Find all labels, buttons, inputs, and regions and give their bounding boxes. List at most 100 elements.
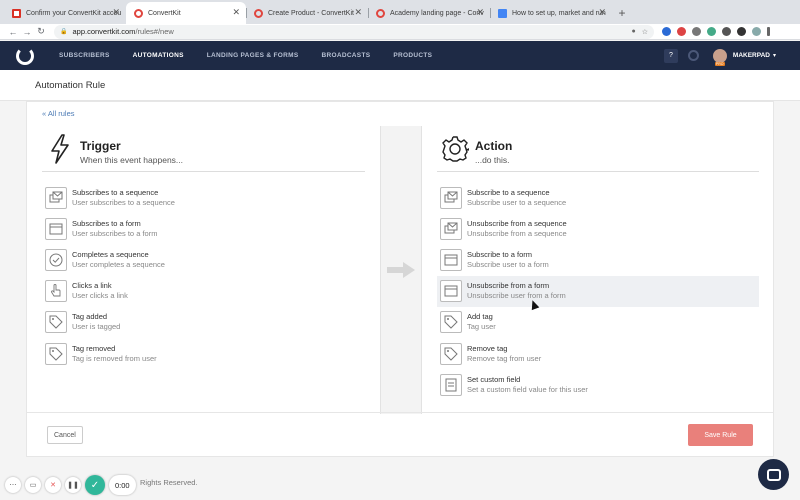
puzzle-icon[interactable] <box>737 27 746 36</box>
close-tab-icon[interactable]: ✕ <box>232 7 240 18</box>
field-icon <box>440 373 462 396</box>
loading-spinner-icon <box>687 50 699 61</box>
nav-subscribers[interactable]: SUBSCRIBERS <box>59 52 110 59</box>
action-item-add-tag[interactable]: Add tag Tag user <box>437 307 759 338</box>
more-options-icon[interactable]: ⋯ <box>5 477 21 493</box>
url-input[interactable]: 🔒 app.convertkit.com/rules#/new ● ☆ <box>54 24 654 39</box>
convertkit-favicon-icon <box>376 9 385 18</box>
camera-toggle-icon[interactable]: ▭ <box>25 477 41 493</box>
trigger-item-tag-removed[interactable]: Tag removed Tag is removed from user <box>42 338 365 369</box>
url-path: /rules#/new <box>135 27 174 36</box>
sequence-icon <box>440 186 462 209</box>
microphone-icon[interactable]: ● <box>631 28 635 36</box>
chat-icon <box>766 468 781 481</box>
url-host: app.convertkit.com <box>72 27 136 36</box>
nav-products[interactable]: PRODUCTS <box>393 52 432 59</box>
trigger-title: Trigger <box>80 139 121 153</box>
gmail-favicon-icon <box>12 9 21 18</box>
extension-icons <box>662 27 770 36</box>
extension-icon[interactable] <box>662 27 671 36</box>
action-item-remove-tag[interactable]: Remove tag Remove tag from user <box>437 338 759 369</box>
action-subtitle: ...do this. <box>475 155 510 165</box>
automation-rule-card: « All rules Trigger When this event happ… <box>26 101 774 457</box>
finish-recording-icon[interactable]: ✓ <box>85 475 105 495</box>
trigger-list: Subscribes to a sequence User subscribes … <box>42 182 365 369</box>
item-desc: Unsubscribe user from a form <box>467 291 566 301</box>
lock-icon: 🔒 <box>60 29 68 35</box>
back-arrow-icon[interactable]: ← <box>6 27 20 37</box>
tag-icon <box>45 342 67 365</box>
nav-broadcasts[interactable]: BROADCASTS <box>321 52 370 59</box>
chat-launcher-button[interactable] <box>758 459 789 490</box>
item-label: Remove tag <box>467 343 508 353</box>
action-item-subscribe-form[interactable]: Subscribe to a form Subscribe user to a f… <box>437 244 759 275</box>
user-menu[interactable]: MAKERPAD <box>733 52 770 59</box>
browser-tab-create-product[interactable]: Create Product - ConvertKit ✕ <box>246 2 368 24</box>
action-item-set-custom-field[interactable]: Set custom field Set a custom field value… <box>437 369 759 400</box>
nav-automations[interactable]: AUTOMATIONS <box>133 52 184 59</box>
profile-icon[interactable] <box>752 27 761 36</box>
tag-icon <box>440 311 462 334</box>
browser-tab-strip: Confirm your ConvertKit accou ✕ ConvertK… <box>0 0 800 24</box>
extension-icon[interactable] <box>677 27 686 36</box>
convertkit-logo-icon[interactable] <box>16 46 34 65</box>
save-rule-button[interactable]: Save Rule <box>688 424 753 446</box>
browser-tab-convertkit[interactable]: ConvertKit ✕ <box>126 2 246 24</box>
star-icon[interactable]: ☆ <box>642 28 648 36</box>
forward-arrow-icon[interactable]: → <box>20 27 34 37</box>
tab-label: Create Product - ConvertKit <box>268 9 354 17</box>
item-label: Tag added <box>72 312 108 322</box>
action-item-subscribe-sequence[interactable]: Subscribe to a sequence Subscribe user to… <box>437 182 759 213</box>
help-button[interactable]: ? <box>663 48 678 63</box>
item-desc: Set a custom field value for this user <box>467 384 588 394</box>
close-tab-icon[interactable]: ✕ <box>476 7 484 18</box>
arrow-right-icon <box>387 262 415 278</box>
action-item-unsubscribe-sequence[interactable]: Unsubscribe from a sequence Unsubscribe f… <box>437 213 759 244</box>
browser-tab-gmail[interactable]: Confirm your ConvertKit accou ✕ <box>4 2 126 24</box>
kebab-menu-icon[interactable] <box>767 27 770 36</box>
close-tab-icon[interactable]: ✕ <box>598 7 606 18</box>
pointer-icon <box>45 280 67 303</box>
new-tab-button[interactable]: + <box>612 2 632 24</box>
delete-recording-icon[interactable]: ✕ <box>45 477 61 493</box>
action-item-unsubscribe-form[interactable]: Unsubscribe from a form Unsubscribe user … <box>437 275 759 307</box>
reload-icon[interactable]: ↻ <box>34 26 48 37</box>
lightning-icon <box>51 134 69 164</box>
pause-icon[interactable]: ❚❚ <box>65 477 81 493</box>
item-label: Unsubscribe from a sequence <box>467 218 567 228</box>
tag-icon <box>45 311 67 334</box>
gear-icon <box>442 136 469 162</box>
tab-label: Academy landing page - Conv <box>390 9 484 17</box>
close-tab-icon[interactable]: ✕ <box>112 7 120 18</box>
trigger-header: Trigger When this event happens... <box>42 126 365 172</box>
item-label: Completes a sequence <box>72 249 149 259</box>
item-desc: User subscribes to a sequence <box>72 197 175 207</box>
trigger-item-tag-added[interactable]: Tag added User is tagged <box>42 307 365 338</box>
browser-tab-how-to[interactable]: How to set up, market and run ✕ <box>490 2 612 24</box>
action-column: Action ...do this. Subscribe to a sequen… <box>437 126 759 400</box>
form-icon <box>45 217 67 240</box>
item-label: Tag removed <box>72 343 116 353</box>
trigger-item-clicks-link[interactable]: Clicks a link User clicks a link <box>42 276 365 307</box>
cancel-button[interactable]: Cancel <box>47 426 83 444</box>
trigger-subtitle: When this event happens... <box>80 155 184 165</box>
nav-landing-pages-forms[interactable]: LANDING PAGES & FORMS <box>207 52 299 59</box>
card-footer: Cancel Save Rule <box>27 412 773 456</box>
action-header: Action ...do this. <box>437 126 759 172</box>
chevron-down-icon[interactable]: ▾ <box>773 52 776 59</box>
item-desc: Subscribe user to a sequence <box>467 197 567 207</box>
extension-icon[interactable] <box>707 27 716 36</box>
trigger-item-subscribes-form[interactable]: Subscribes to a form User subscribes to a… <box>42 213 365 244</box>
all-rules-link[interactable]: « All rules <box>42 109 75 118</box>
extension-icon[interactable] <box>722 27 731 36</box>
avatar[interactable] <box>712 48 727 66</box>
tab-label: How to set up, market and run <box>512 9 606 17</box>
browser-tab-academy[interactable]: Academy landing page - Conv ✕ <box>368 2 490 24</box>
item-desc: User subscribes to a form <box>72 228 158 238</box>
trigger-item-subscribes-sequence[interactable]: Subscribes to a sequence User subscribes … <box>42 182 365 213</box>
close-tab-icon[interactable]: ✕ <box>354 7 362 18</box>
item-label: Subscribes to a form <box>72 218 141 228</box>
trigger-item-completes-sequence[interactable]: Completes a sequence User completes a seq… <box>42 244 365 275</box>
sequence-icon <box>440 217 462 240</box>
camera-icon[interactable] <box>692 27 701 36</box>
